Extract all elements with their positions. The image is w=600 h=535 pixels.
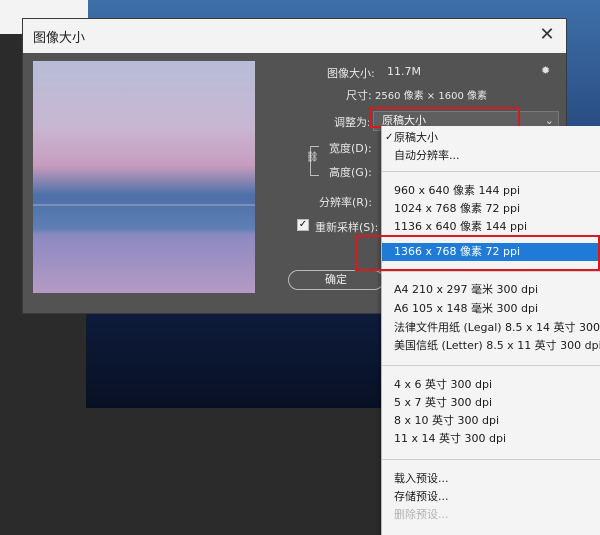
close-icon[interactable]: ✕ [536, 24, 558, 46]
menu-item-preset[interactable]: 4 x 6 英寸 300 dpi [394, 376, 599, 394]
menu-item-delete-preset: 删除预设... [394, 508, 449, 521]
menu-item-preset[interactable]: 美国信纸 (Letter) 8.5 x 11 英寸 300 dpi [394, 337, 600, 355]
highlight-fit-to [369, 107, 520, 128]
dimensions-value: 2560 像素 × 1600 像素 [375, 91, 487, 102]
menu-item-load-preset[interactable]: 载入预设... [394, 470, 599, 488]
menu-item-preset[interactable]: 5 x 7 英寸 300 dpi [394, 394, 599, 412]
menu-item-original-size[interactable]: ✓ 原稿大小 [385, 129, 599, 147]
menu-item-preset[interactable]: 法律文件用纸 (Legal) 8.5 x 14 英寸 300 dpi [394, 319, 600, 337]
resample-checkbox[interactable]: ✓ [297, 219, 309, 231]
menu-item-preset[interactable]: 960 x 640 像素 144 ppi [394, 182, 599, 200]
menu-item-preset[interactable]: 8 x 10 英寸 300 dpi [394, 412, 599, 430]
gear-icon[interactable]: ✹ [541, 64, 550, 77]
menu-item-preset[interactable]: 1024 x 768 像素 72 ppi [394, 200, 599, 218]
ok-button[interactable]: 确定 [288, 270, 384, 290]
resolution-label: 分辨率(R): [319, 196, 372, 209]
resample-label: 重新采样(S): [315, 221, 379, 234]
menu-item-preset[interactable]: A4 210 x 297 毫米 300 dpi [394, 281, 599, 299]
dialog-title: 图像大小 [33, 31, 86, 46]
link-icon[interactable]: ⛓ [306, 152, 319, 163]
fit-to-label: 调整为: [334, 116, 371, 129]
preview-horizon-line [33, 204, 255, 206]
menu-item-preset[interactable]: A6 105 x 148 毫米 300 dpi [394, 300, 599, 318]
dimensions-label: 尺寸: [346, 89, 372, 102]
menu-item-auto-resolution[interactable]: 自动分辨率... [394, 147, 599, 165]
menu-item-label: 原稿大小 [394, 131, 438, 144]
image-size-label: 图像大小: [327, 67, 375, 80]
menu-item-preset[interactable]: 1136 x 640 像素 144 ppi [394, 218, 599, 236]
separator [382, 459, 600, 460]
highlight-selected-menu [355, 235, 600, 271]
menu-item-preset[interactable]: 11 x 14 英寸 300 dpi [394, 430, 599, 448]
separator [382, 271, 600, 272]
width-label: 宽度(D): [329, 142, 372, 155]
height-label: 高度(G): [329, 166, 372, 179]
dialog-titlebar: 图像大小 ✕ [23, 19, 566, 53]
separator [382, 365, 600, 366]
separator [382, 171, 600, 172]
fit-to-dropdown: ✓ 原稿大小 自动分辨率... 960 x 640 像素 144 ppi 102… [381, 126, 600, 535]
image-size-value: 11.7M [387, 65, 421, 78]
image-preview [33, 61, 255, 293]
checkmark-icon: ✓ [385, 132, 394, 143]
menu-item-save-preset[interactable]: 存储预设... [394, 488, 599, 506]
